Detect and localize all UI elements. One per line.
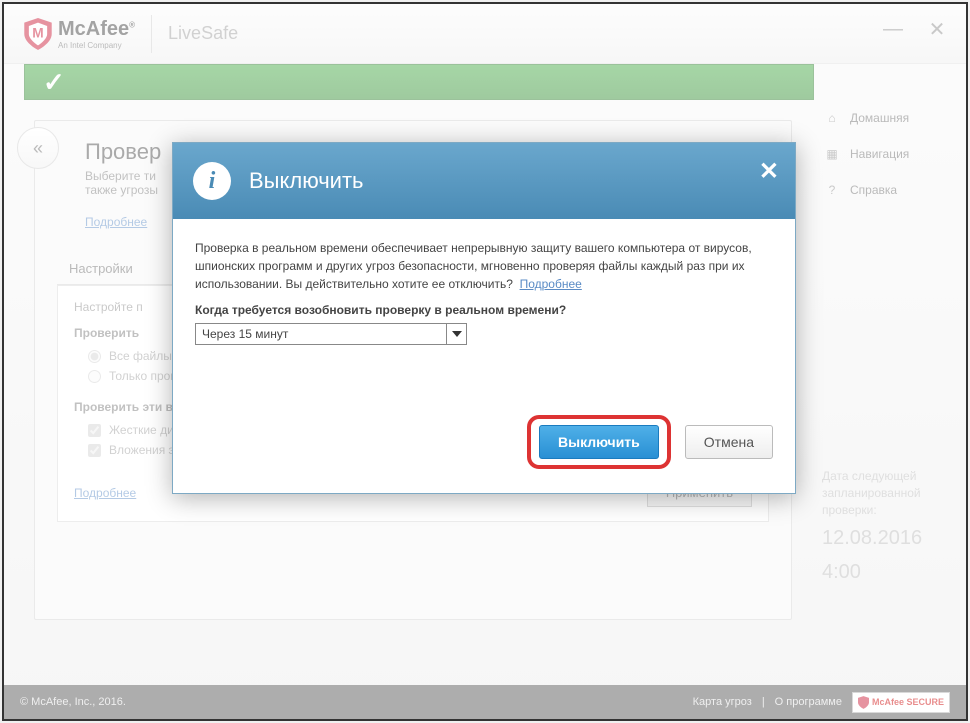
highlight-ring: Выключить [527, 415, 671, 469]
info-icon: i [193, 162, 231, 200]
dialog-text: Проверка в реальном времени обеспечивает… [195, 239, 773, 293]
dialog-close-button[interactable]: ✕ [759, 157, 779, 186]
disable-button[interactable]: Выключить [539, 425, 659, 459]
dialog-title: Выключить [249, 168, 364, 194]
dialog-header: i Выключить ✕ [173, 143, 795, 219]
cancel-button[interactable]: Отмена [685, 425, 773, 459]
dialog-learn-more-link[interactable]: Подробнее [520, 277, 582, 291]
dialog-question: Когда требуется возобновить проверку в р… [195, 303, 773, 317]
resume-time-select[interactable]: Через 15 минут [195, 323, 467, 345]
select-value: Через 15 минут [196, 324, 446, 344]
disable-dialog: i Выключить ✕ Проверка в реальном времен… [172, 142, 796, 494]
chevron-down-icon [446, 324, 466, 344]
